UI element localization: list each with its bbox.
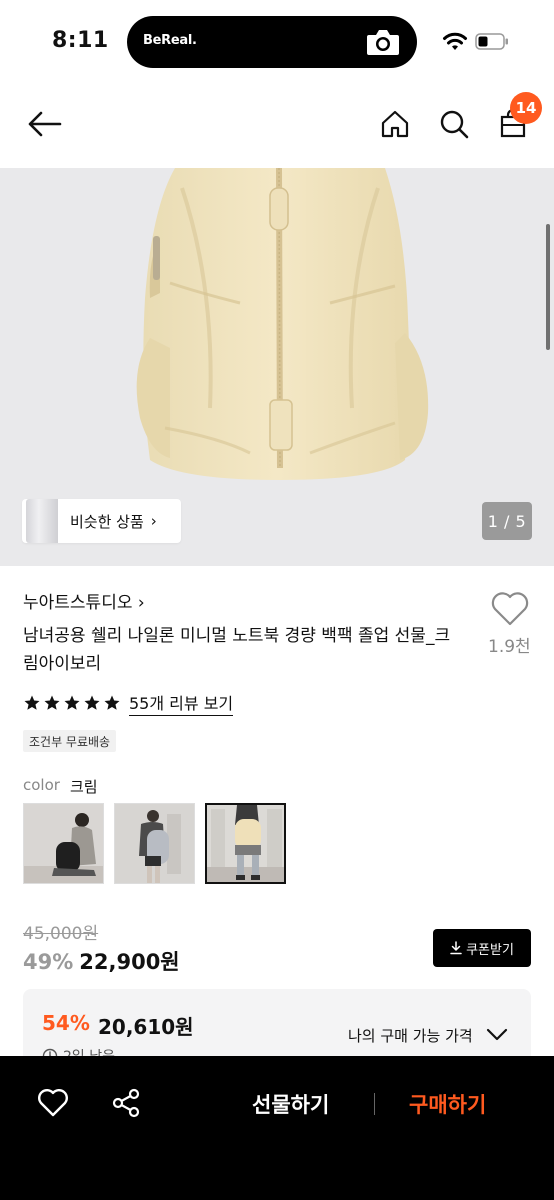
swatch-gray[interactable] <box>114 803 195 884</box>
wish-count: 1.9천 <box>488 637 531 657</box>
heart-outline-icon[interactable] <box>37 1087 69 1119</box>
home-icon <box>381 110 409 138</box>
search-icon <box>440 110 469 139</box>
price-row: 49% 22,900원 <box>23 946 180 976</box>
swatch-cream[interactable] <box>205 803 286 884</box>
coupon-label: 쿠폰받기 <box>466 942 514 958</box>
star-icon <box>24 695 40 710</box>
star-icon <box>104 695 120 710</box>
color-swatches <box>23 803 286 884</box>
search-button[interactable] <box>434 104 474 144</box>
similar-products-button[interactable]: 비슷한 상품 › <box>22 499 181 543</box>
coupon-button[interactable]: 쿠폰받기 <box>433 929 531 967</box>
similar-products-label: 비슷한 상품 <box>70 512 144 531</box>
battery-icon <box>475 33 508 50</box>
download-icon <box>450 941 462 955</box>
star-icon <box>44 695 60 710</box>
color-value: 크림 <box>69 778 98 796</box>
swatch-black[interactable] <box>23 803 104 884</box>
arrow-left-icon <box>28 111 62 137</box>
my-price: 20,610원 <box>98 1015 194 1039</box>
dynamic-island: BeReal. <box>127 16 417 68</box>
similar-thumbnail <box>26 499 58 543</box>
star-icon <box>64 695 80 710</box>
back-button[interactable] <box>25 104 65 144</box>
status-bar: 8:11 BeReal. <box>0 0 554 84</box>
color-key: color <box>23 776 60 794</box>
bereal-label: BeReal. <box>143 33 197 48</box>
shipping-badge: 조건부 무료배송 <box>23 730 117 752</box>
rating-row: 55개 리뷰 보기 <box>23 690 234 716</box>
cart-count-badge: 14 <box>510 92 542 124</box>
brand-link[interactable]: 누아트스튜디오 › <box>23 588 145 613</box>
wifi-icon <box>443 32 467 50</box>
color-selection-label: color 크림 <box>23 776 98 797</box>
bottom-divider <box>374 1093 375 1115</box>
gift-button[interactable]: 선물하기 <box>252 1089 329 1119</box>
status-time: 8:11 <box>52 28 109 53</box>
review-link[interactable]: 55개 리뷰 보기 <box>129 690 234 716</box>
rating-stars <box>23 694 121 712</box>
scroll-indicator <box>546 224 550 350</box>
my-price-label[interactable]: 나의 구매 가능 가격 <box>348 1025 473 1046</box>
product-image-gallery[interactable]: 비슷한 상품 › 1 / 5 <box>0 168 554 566</box>
heart-icon[interactable] <box>490 591 530 627</box>
chevron-right-icon: › <box>150 512 157 530</box>
buy-button[interactable]: 구매하기 <box>409 1089 486 1119</box>
sale-price: 22,900원 <box>79 950 180 974</box>
original-price: 45,000원 <box>23 924 99 944</box>
share-icon[interactable] <box>110 1087 142 1119</box>
image-page-indicator: 1 / 5 <box>482 502 532 540</box>
bottom-action-bar: 선물하기 구매하기 <box>0 1056 554 1200</box>
star-icon <box>84 695 100 710</box>
product-page: 8:11 BeReal. 14 비슷한 상품 › 1 / 5 누아트스튜디오 ›… <box>0 0 554 1200</box>
discount-rate: 49% <box>23 950 74 974</box>
chevron-down-icon[interactable] <box>485 1025 509 1043</box>
camera-icon <box>367 30 399 55</box>
product-title: 남녀공용 쉘리 나일론 미니멀 노트북 경량 백팩 졸업 선물_크림아이보리 <box>23 626 451 674</box>
my-discount-rate: 54% <box>42 1011 90 1035</box>
home-button[interactable] <box>375 104 415 144</box>
top-nav: 14 <box>0 84 554 168</box>
